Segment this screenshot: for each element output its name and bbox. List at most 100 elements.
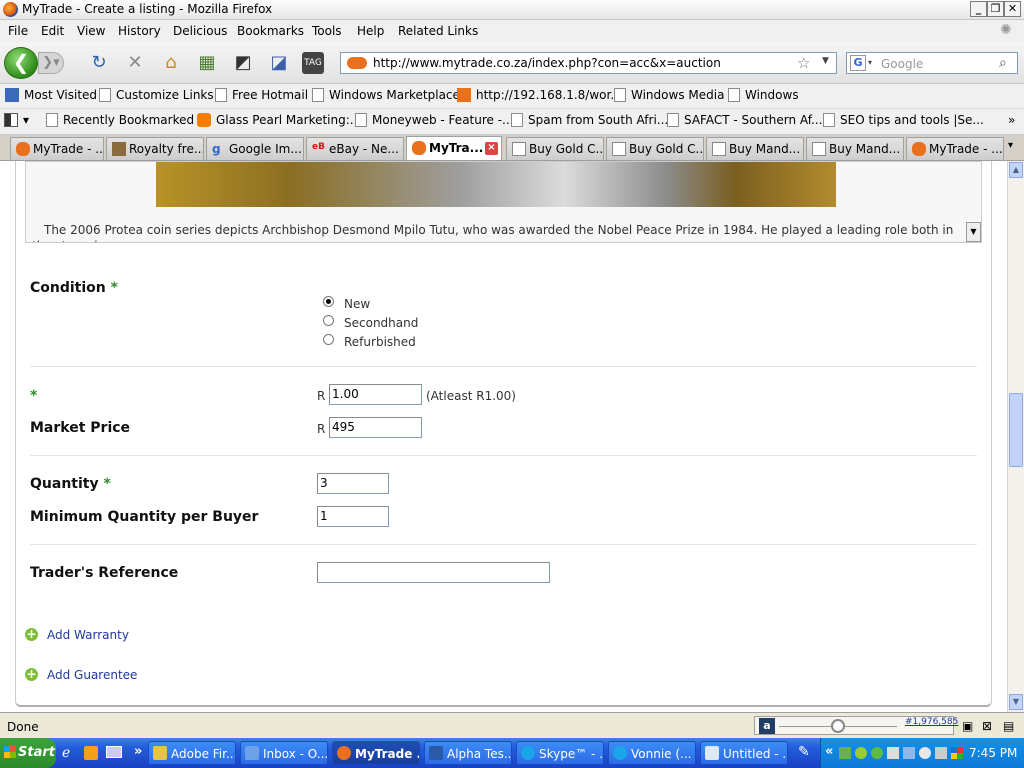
url-text[interactable]: http://www.mytrade.co.za/index.php?con=a… — [373, 56, 721, 70]
bookmark-safact[interactable]: SAFACT - Southern Af... — [667, 113, 823, 131]
condition-secondhand-label[interactable]: Secondhand — [344, 316, 418, 330]
home-icon[interactable]: ⌂ — [160, 52, 182, 74]
task-vonnie-chat[interactable]: Vonnie (... — [608, 741, 696, 765]
chat-tray-icon[interactable] — [919, 747, 931, 759]
condition-refurbished-radio[interactable] — [323, 334, 334, 345]
add-guarantee-link[interactable]: Add Guarentee — [47, 668, 137, 682]
bookmark-windows-media[interactable]: Windows Media — [614, 88, 724, 106]
url-bar[interactable]: http://www.mytrade.co.za/index.php?con=a… — [340, 52, 837, 74]
tab-buy-mand-1[interactable]: Buy Mand... — [706, 137, 804, 160]
task-inbox-outlook[interactable]: Inbox - O... — [240, 741, 328, 765]
add-warranty-link[interactable]: Add Warranty — [47, 628, 129, 642]
bookmark-seo-tips[interactable]: SEO tips and tools |Se... — [823, 113, 984, 131]
restore-button[interactable]: ❐ — [987, 1, 1004, 17]
start-price-input[interactable]: 1.00 — [329, 384, 422, 405]
bookmark-windows[interactable]: Windows — [728, 88, 799, 106]
menu-help[interactable]: Help — [357, 24, 384, 38]
condition-refurbished-label[interactable]: Refurbished — [344, 335, 416, 349]
minimize-button[interactable]: _ — [970, 1, 987, 17]
description-scroll-down[interactable]: ▼ — [966, 222, 981, 242]
status-extension-icon[interactable]: ▤ — [1003, 719, 1014, 733]
bookmark-customize-links[interactable]: Customize Links — [99, 88, 214, 106]
forward-button[interactable]: ❯▾ — [38, 52, 64, 74]
bookmark-most-visited[interactable]: Most Visited — [5, 88, 97, 106]
task-adobe-fireworks[interactable]: Adobe Fir... — [148, 741, 236, 765]
bookmark-moneyweb[interactable]: Moneyweb - Feature -... — [355, 113, 514, 131]
bookmark-local-server[interactable]: http://192.168.1.8/wor... — [457, 88, 622, 106]
pen-tool-icon[interactable]: ✎ — [798, 744, 810, 760]
bookmark-spam-sa[interactable]: Spam from South Afri... — [511, 113, 668, 131]
save-tool-icon[interactable]: ◪ — [268, 52, 290, 74]
tab-mytrade-1[interactable]: MyTrade - ... — [10, 137, 104, 160]
tab-mytrade-active[interactable]: MyTra... × — [406, 136, 502, 160]
alexa-rank[interactable]: #1,976,585 — [905, 717, 958, 727]
tab-buy-gold-1[interactable]: Buy Gold C... — [506, 137, 604, 160]
menu-view[interactable]: View — [77, 24, 105, 38]
delicious-menu-button[interactable]: ▾ — [4, 113, 29, 131]
google-engine-icon[interactable]: G — [850, 55, 866, 71]
bookmark-star-icon[interactable]: ☆ — [797, 54, 810, 72]
tab-royalty-free[interactable]: Royalty fre... — [106, 137, 204, 160]
menu-edit[interactable]: Edit — [41, 24, 64, 38]
add-warranty-icon[interactable]: + — [25, 628, 38, 641]
min-quantity-input[interactable]: 1 — [317, 506, 389, 527]
close-button[interactable]: ✕ — [1004, 1, 1021, 17]
menu-file[interactable]: File — [8, 24, 28, 38]
window-layout-icon[interactable]: ▣ — [962, 719, 973, 733]
tray-collapse-icon[interactable]: « — [825, 744, 833, 759]
back-button[interactable]: ❮ — [4, 47, 38, 79]
display-tray-icon[interactable] — [903, 747, 915, 759]
quantity-input[interactable]: 3 — [317, 473, 389, 494]
tab-google-images[interactable]: g Google Im... — [206, 137, 304, 160]
speech-tray-icon[interactable] — [935, 747, 947, 759]
task-mytrade-firefox[interactable]: MyTrade ... — [332, 741, 420, 765]
bookmarks-overflow-icon[interactable]: » — [1008, 113, 1015, 131]
task-untitled-notepad[interactable]: Untitled - ... — [700, 741, 788, 765]
media-quicklaunch-icon[interactable] — [84, 746, 98, 760]
scroll-up-arrow[interactable]: ▲ — [1009, 162, 1023, 178]
signal-tray-icon[interactable] — [839, 747, 851, 759]
ie-quicklaunch-icon[interactable]: ℯ — [62, 745, 70, 761]
recently-bookmarked[interactable]: Recently Bookmarked ▾ — [46, 113, 204, 131]
url-dropdown-icon[interactable]: ▼ — [822, 56, 829, 66]
alexa-icon[interactable]: a — [759, 718, 775, 734]
menu-bookmarks[interactable]: Bookmarks — [237, 24, 304, 38]
tab-ebay[interactable]: eB eBay - Ne... — [306, 137, 404, 160]
condition-new-label[interactable]: New — [344, 297, 370, 311]
stop-icon[interactable]: ✕ — [124, 52, 146, 74]
quicklaunch-overflow-icon[interactable]: » — [134, 744, 142, 759]
adblock-icon[interactable]: ⊠ — [982, 719, 992, 733]
delicious-icon[interactable]: ▦ — [196, 52, 218, 74]
condition-new-radio[interactable] — [323, 296, 334, 307]
tab-buy-mand-2[interactable]: Buy Mand... — [806, 137, 904, 160]
close-tab-icon[interactable]: × — [485, 142, 498, 155]
market-price-input[interactable]: 495 — [329, 417, 422, 438]
trader-reference-input[interactable] — [317, 562, 550, 583]
add-guarantee-icon[interactable]: + — [25, 668, 38, 681]
tab-mytrade-2[interactable]: MyTrade - ... — [906, 137, 1004, 160]
condition-secondhand-radio[interactable] — [323, 315, 334, 326]
scroll-thumb[interactable] — [1009, 393, 1023, 467]
bookmark-windows-marketplace[interactable]: Windows Marketplace — [312, 88, 460, 106]
skype-status-tray-icon[interactable] — [871, 747, 883, 759]
tab-buy-gold-2[interactable]: Buy Gold C... — [606, 137, 704, 160]
monitor-tray-icon[interactable] — [887, 747, 899, 759]
page-scrollbar[interactable]: ▲ ▼ — [1007, 161, 1024, 712]
task-alpha-test[interactable]: Alpha Tes... — [424, 741, 512, 765]
engine-dropdown-icon[interactable]: ▾ — [868, 58, 872, 67]
search-box[interactable]: G ▾ Google ⌕ — [846, 52, 1018, 74]
search-placeholder[interactable]: Google — [881, 57, 923, 71]
menu-delicious[interactable]: Delicious — [173, 24, 227, 38]
tag-icon[interactable]: TAG — [302, 52, 324, 74]
reload-icon[interactable]: ↻ — [88, 52, 110, 74]
bookmark-tool-icon[interactable]: ◩ — [232, 52, 254, 74]
bookmark-glass-pearl[interactable]: Glass Pearl Marketing:... — [197, 113, 361, 131]
alexa-slider-handle[interactable] — [831, 719, 845, 733]
task-skype[interactable]: Skype™ - ... — [516, 741, 604, 765]
menu-related-links[interactable]: Related Links — [398, 24, 478, 38]
network-tray-icon[interactable] — [855, 747, 867, 759]
clock[interactable]: 7:45 PM — [969, 746, 1017, 760]
security-tray-icon[interactable] — [951, 747, 963, 759]
tab-list-icon[interactable]: ▾ — [1008, 140, 1013, 151]
bookmark-free-hotmail[interactable]: Free Hotmail — [215, 88, 308, 106]
